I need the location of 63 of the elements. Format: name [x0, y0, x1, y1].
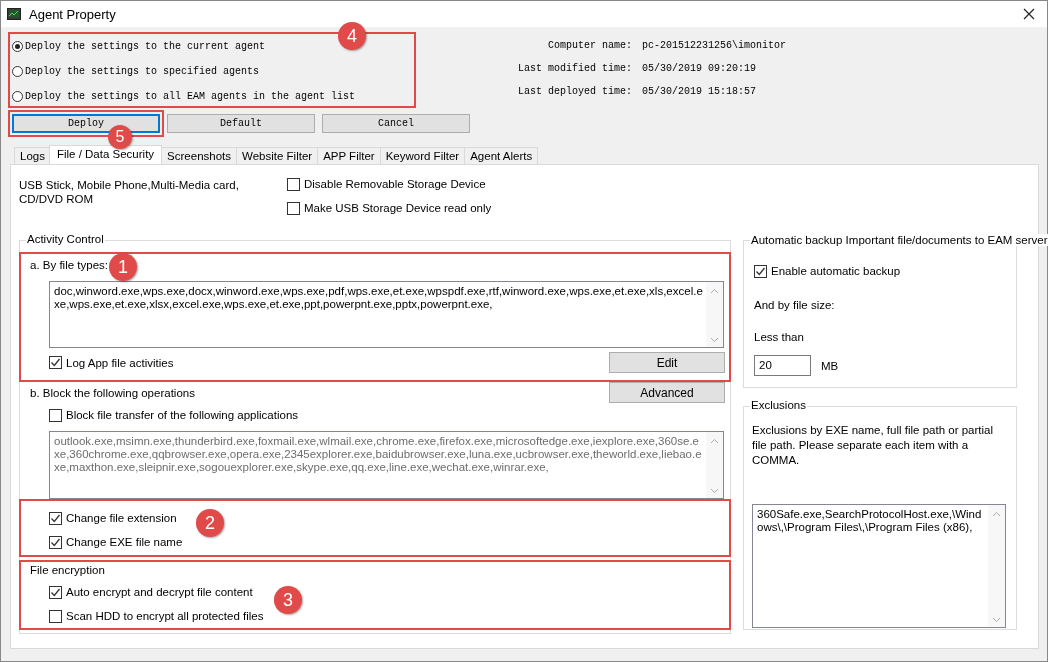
- dialog-button[interactable]: Cancel: [322, 114, 470, 133]
- checkbox[interactable]: [49, 511, 62, 525]
- info-value: 05/30/2019 09:20:19: [642, 63, 758, 74]
- tab[interactable]: Agent Alerts: [464, 147, 539, 164]
- size-label: And by file size:: [754, 299, 836, 311]
- callout-number: 2: [196, 509, 224, 537]
- radio-button[interactable]: [12, 90, 23, 102]
- unit-label: MB: [821, 359, 839, 372]
- checkbox[interactable]: [49, 609, 62, 623]
- checkbox-label: Auto encrypt and decrypt file content: [66, 586, 253, 598]
- checkbox[interactable]: [49, 585, 62, 599]
- scroll-up-icon: [710, 438, 719, 444]
- radio-label: Deploy the settings to all EAM agents in the agent list: [25, 90, 356, 102]
- group-title: Activity Control: [26, 233, 105, 245]
- checkbox-label: Disable Removable Storage Device: [304, 178, 486, 190]
- group-title: Automatic backup Important file/documents to EAM server: [750, 234, 1048, 246]
- checkbox-label: Make USB Storage Device read only: [304, 202, 492, 214]
- tab[interactable]: Logs: [14, 147, 51, 164]
- callout-number: 4: [338, 22, 366, 50]
- section-label: File encryption: [29, 564, 106, 576]
- radio-button[interactable]: [12, 40, 23, 52]
- checkbox-label: Enable automatic backup: [771, 265, 901, 277]
- callout-number: 3: [274, 586, 302, 614]
- checkbox-label: Scan HDD to encrypt all protected files: [66, 610, 264, 622]
- scroll-up-icon: [992, 511, 1001, 517]
- checkbox-label: Change file extension: [66, 512, 177, 524]
- edit-button[interactable]: Edit: [609, 352, 725, 373]
- exclusions-description: Exclusions by EXE name, full file path or partial file path. Please separate each item with a COMMA.: [752, 423, 994, 468]
- checkbox[interactable]: [49, 356, 62, 369]
- info-value: pc-201512231256\imonitor: [642, 40, 787, 51]
- tab[interactable]: File / Data Security: [48, 145, 163, 164]
- monitor-icon: [7, 8, 21, 20]
- window-title: Agent Property: [29, 6, 117, 22]
- info-label: Computer name:: [547, 40, 633, 51]
- section-label: a. By file types:: [30, 259, 108, 271]
- info-value: 05/30/2019 15:18:57: [642, 86, 758, 97]
- dialog-button[interactable]: Default: [167, 114, 315, 133]
- info-label: Last modified time:: [516, 63, 633, 74]
- info-label: Last deployed time:: [516, 86, 633, 97]
- section-label: b. Block the following operations: [30, 386, 195, 399]
- less-than-label: Less than: [754, 331, 805, 343]
- group-title: Exclusions: [750, 399, 807, 411]
- radio-button[interactable]: [12, 65, 23, 77]
- scroll-up-icon: [710, 288, 719, 294]
- close-icon[interactable]: [1023, 8, 1035, 20]
- checkbox-label: Change EXE file name: [66, 536, 183, 548]
- checkbox[interactable]: [49, 535, 62, 549]
- scroll-down-icon: [710, 337, 719, 343]
- device-description: USB Stick, Mobile Phone,Multi-Media card, CD/DVD ROM: [19, 178, 240, 207]
- size-field[interactable]: 20: [754, 355, 811, 376]
- scroll-down-icon: [992, 617, 1001, 623]
- callout-number: 1: [109, 253, 137, 281]
- checkbox-label: Block file transfer of the following applications: [66, 409, 299, 421]
- radio-label: Deploy the settings to the current agent: [25, 40, 266, 52]
- scroll-down-icon: [710, 488, 719, 494]
- tab[interactable]: Keyword Filter: [379, 147, 466, 164]
- checkbox[interactable]: [754, 264, 767, 278]
- checkbox[interactable]: [49, 408, 62, 422]
- radio-label: Deploy the settings to specified agents: [25, 65, 260, 77]
- checkbox[interactable]: [287, 201, 300, 215]
- advanced-button[interactable]: Advanced: [609, 382, 725, 403]
- checkbox[interactable]: [287, 177, 300, 191]
- checkbox-label: Log App file activities: [66, 356, 174, 369]
